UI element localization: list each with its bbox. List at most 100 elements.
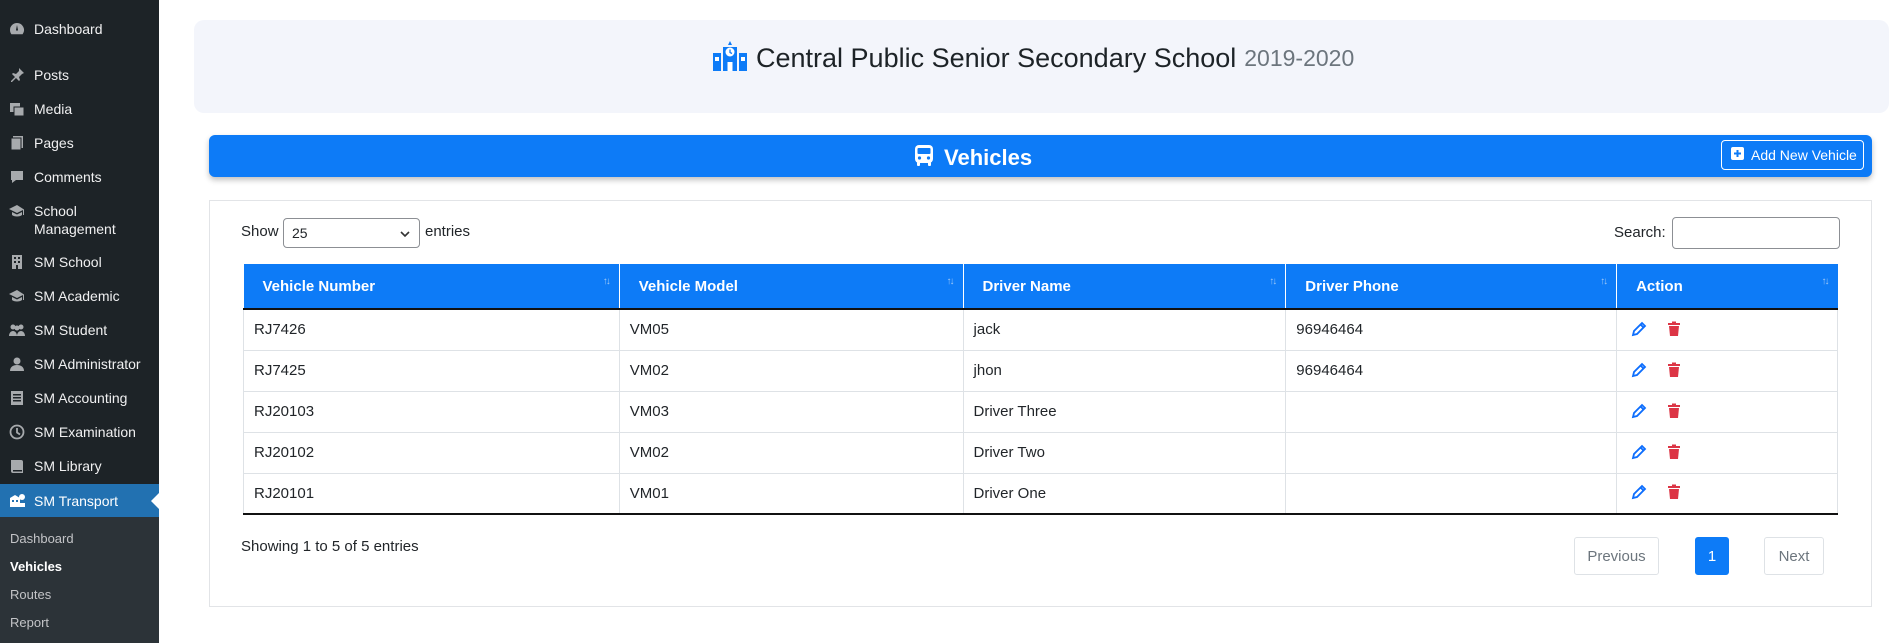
delete-trash-icon[interactable] <box>1666 403 1684 421</box>
action-cell <box>1616 309 1838 351</box>
vehicle-model-cell: VM02 <box>619 350 964 392</box>
book-icon <box>8 457 26 475</box>
column-header-label: Vehicle Number <box>262 277 376 295</box>
sidebar-item-label: Pages <box>34 135 74 151</box>
column-header-action[interactable]: Action ↑↓ <box>1616 264 1838 310</box>
sidebar-item-label: SM Academic <box>34 288 120 304</box>
submenu-item-dashboard[interactable]: Dashboard <box>10 531 74 547</box>
vehicle-model-cell: VM02 <box>619 432 964 474</box>
add-new-vehicle-label: Add New Vehicle <box>1751 147 1857 163</box>
sidebar-item-label: Posts <box>34 67 70 83</box>
show-label: Show <box>241 223 279 240</box>
driver-phone-cell <box>1285 391 1618 433</box>
vehicle-model-cell: VM01 <box>619 473 964 515</box>
column-header-vehicle-model[interactable]: Vehicle Model ↑↓ <box>619 264 964 310</box>
sidebar-item-label: SM Student <box>34 322 108 338</box>
search-input[interactable] <box>1672 217 1840 249</box>
edit-pencil-icon[interactable] <box>1631 321 1649 339</box>
driver-phone-cell <box>1285 432 1618 474</box>
transport-submenu: Dashboard Vehicles Routes Report <box>0 517 159 643</box>
sidebar-item-label: SM School <box>34 254 102 270</box>
dashboard-icon <box>8 20 26 38</box>
sidebar-item-sm-transport[interactable]: SM Transport <box>0 484 159 518</box>
school-icon <box>712 41 748 76</box>
submenu-item-vehicles[interactable]: Vehicles <box>10 559 62 575</box>
table-row: RJ20101 VM01 Driver One <box>243 473 1838 515</box>
column-header-label: Driver Phone <box>1305 277 1399 295</box>
sort-icon: ↑↓ <box>1821 276 1830 287</box>
column-header-driver-phone[interactable]: Driver Phone ↑↓ <box>1285 264 1618 310</box>
school-title: Central Public Senior Secondary School 2… <box>712 41 1354 76</box>
delete-trash-icon[interactable] <box>1666 444 1684 462</box>
table-info-text: Showing 1 to 5 of 5 entries <box>241 538 419 555</box>
sidebar-item-label: SM Accounting <box>34 390 128 406</box>
column-header-vehicle-number[interactable]: Vehicle Number ↑↓ <box>243 264 620 310</box>
vehicle-number-cell: RJ7426 <box>243 309 620 351</box>
sidebar-item-label: School Management <box>34 203 116 237</box>
driver-name-cell: jhon <box>963 350 1287 392</box>
user-icon <box>8 355 26 373</box>
delete-trash-icon[interactable] <box>1666 321 1684 339</box>
column-header-label: Driver Name <box>982 277 1071 295</box>
delete-trash-icon[interactable] <box>1666 362 1684 380</box>
media-icon <box>8 100 26 118</box>
driver-name-cell: Driver Three <box>963 391 1287 433</box>
column-header-label: Vehicle Model <box>638 277 738 295</box>
sidebar-item-label: Media <box>34 101 73 117</box>
graduation-cap-icon <box>8 202 26 220</box>
vehicle-number-cell: RJ20103 <box>243 391 620 433</box>
vehicle-number-cell: RJ20102 <box>243 432 620 474</box>
building-icon <box>8 253 26 271</box>
previous-page-button[interactable]: Previous <box>1574 537 1659 575</box>
vehicles-header-bar <box>209 135 1872 177</box>
table-row: RJ7425 VM02 jhon 96946464 <box>243 350 1838 392</box>
plus-square-icon <box>1731 147 1744 163</box>
action-cell <box>1616 350 1838 392</box>
session-year: 2019-2020 <box>1244 45 1355 71</box>
action-cell <box>1616 432 1838 474</box>
entries-select-value: 25 <box>292 225 308 241</box>
entries-per-page-select[interactable]: 25 <box>283 218 420 248</box>
vehicle-model-cell: VM03 <box>619 391 964 433</box>
action-cell <box>1616 391 1838 433</box>
vehicle-number-cell: RJ20101 <box>243 473 620 515</box>
driver-name-cell: jack <box>963 309 1287 351</box>
edit-pencil-icon[interactable] <box>1631 403 1649 421</box>
driver-phone-cell <box>1285 473 1618 515</box>
vehicle-model-cell: VM05 <box>619 309 964 351</box>
column-header-label: Action <box>1636 277 1683 295</box>
table-row: RJ7426 VM05 jack 96946464 <box>243 309 1838 351</box>
chevron-down-icon <box>399 227 411 243</box>
sort-icon: ↑↓ <box>602 276 611 287</box>
vehicle-number-cell: RJ7425 <box>243 350 620 392</box>
action-cell <box>1616 473 1838 515</box>
edit-pencil-icon[interactable] <box>1631 362 1649 380</box>
sort-icon: ↑↓ <box>946 276 955 287</box>
sort-icon: ↑↓ <box>1269 276 1277 287</box>
transport-icon <box>8 492 26 510</box>
comment-icon <box>8 168 26 186</box>
ledger-icon <box>8 389 26 407</box>
delete-trash-icon[interactable] <box>1666 484 1684 502</box>
sidebar-item-label: Dashboard <box>34 21 103 37</box>
edit-pencil-icon[interactable] <box>1631 484 1649 502</box>
next-page-button[interactable]: Next <box>1764 537 1824 575</box>
sidebar-item-label: Comments <box>34 169 102 185</box>
entries-label: entries <box>425 223 471 240</box>
add-new-vehicle-button[interactable]: Add New Vehicle <box>1721 140 1864 170</box>
edit-pencil-icon[interactable] <box>1631 444 1649 462</box>
submenu-item-report[interactable]: Report <box>10 615 49 631</box>
vehicles-table: Vehicle Number ↑↓ Vehicle Model ↑↓ Driver … <box>243 264 1838 515</box>
students-icon <box>8 321 26 339</box>
vehicles-title-text: Vehicles <box>944 145 1033 170</box>
driver-phone-cell: 96946464 <box>1285 350 1618 392</box>
active-indicator-arrow <box>151 493 159 509</box>
column-header-driver-name[interactable]: Driver Name ↑↓ <box>963 264 1287 310</box>
page-1-button[interactable]: 1 <box>1695 537 1729 575</box>
submenu-item-routes[interactable]: Routes <box>10 587 51 603</box>
sidebar-item-label: SM Transport <box>34 493 119 509</box>
graduation-cap-icon <box>8 287 26 305</box>
clock-icon <box>8 423 26 441</box>
driver-phone-cell: 96946464 <box>1285 309 1618 351</box>
sort-icon: ↑↓ <box>1600 276 1608 287</box>
